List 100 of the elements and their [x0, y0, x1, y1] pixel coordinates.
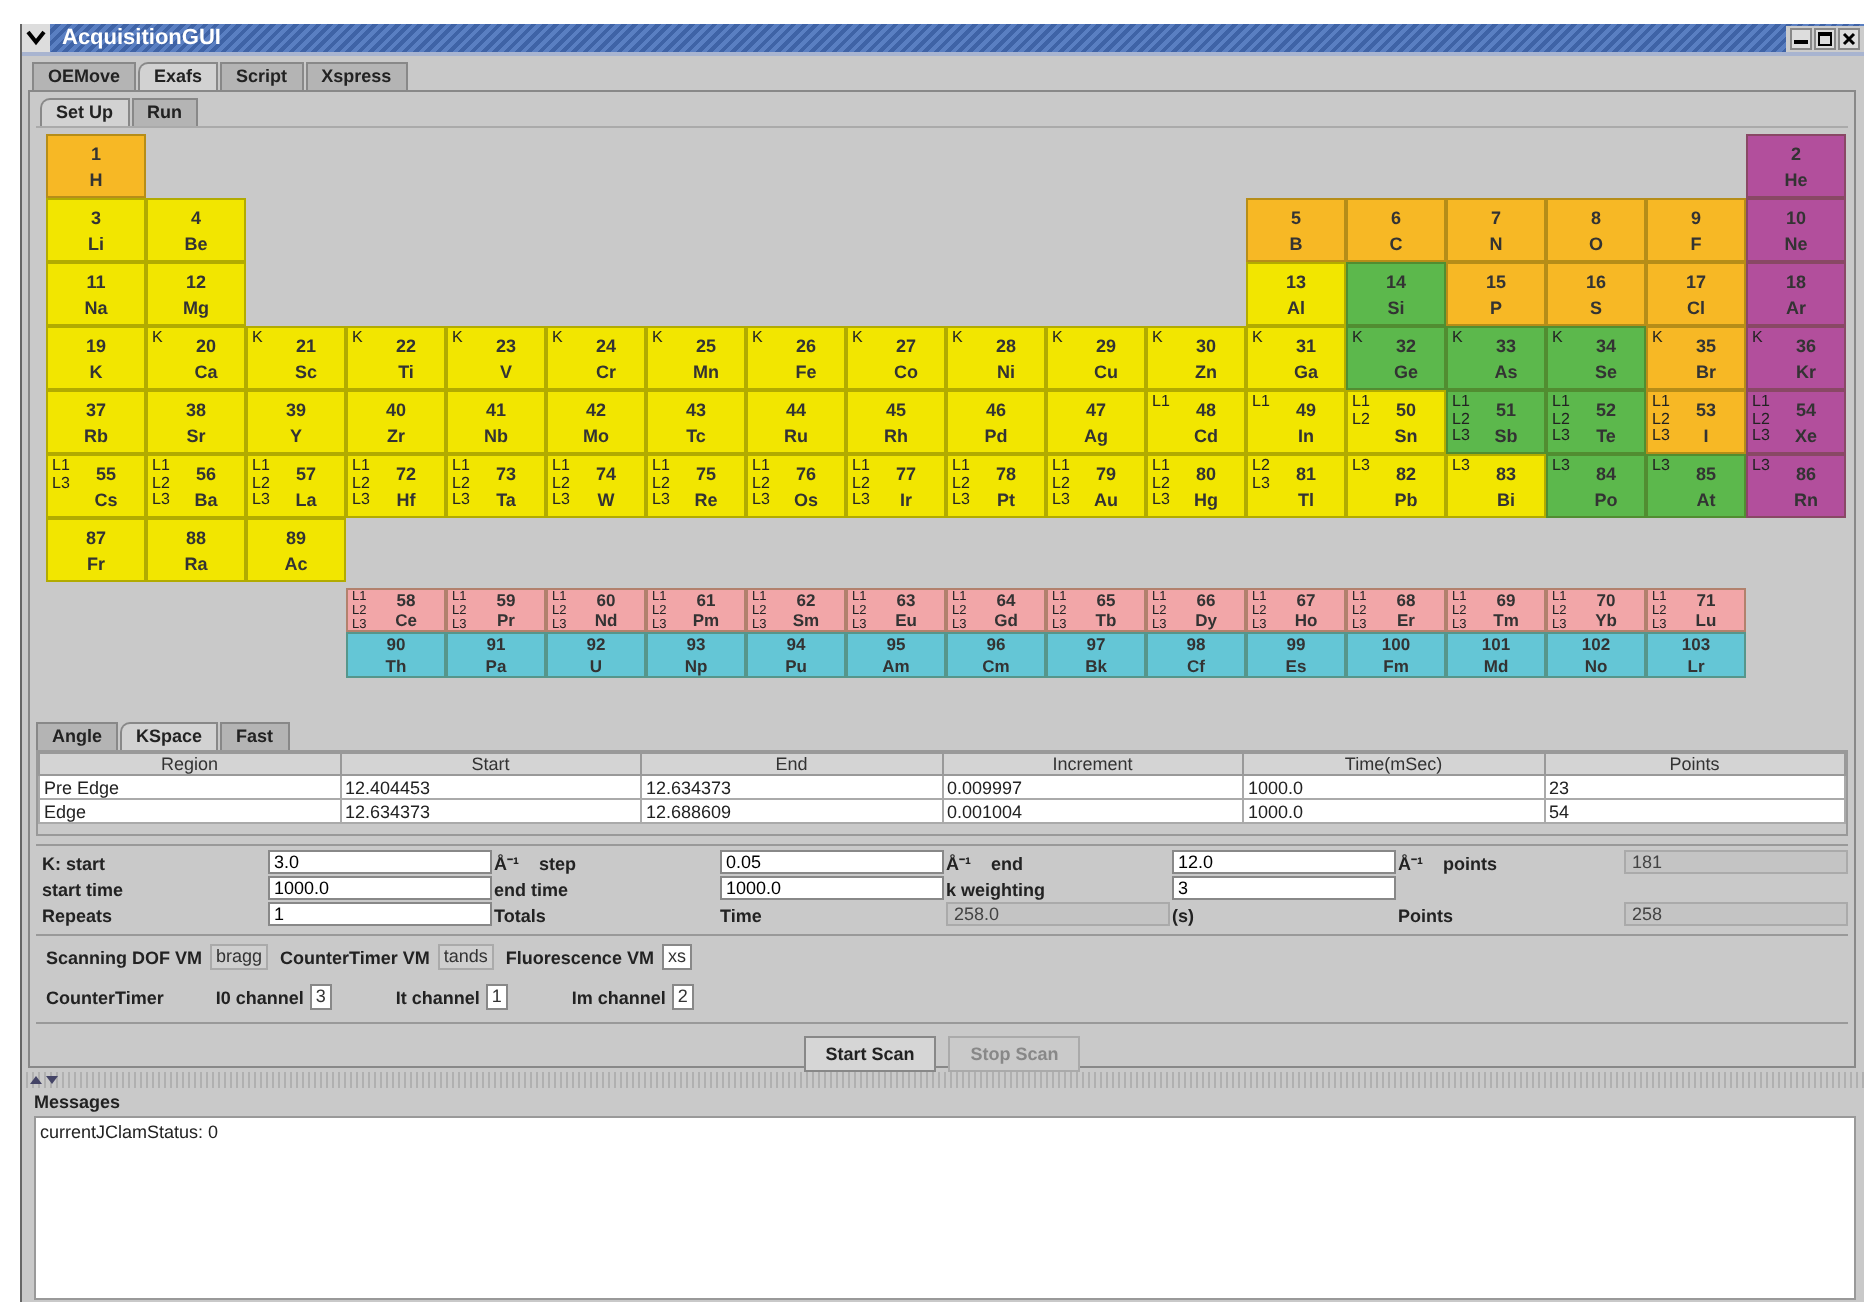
- input-field[interactable]: 1: [485, 984, 508, 1010]
- edge-label[interactable]: L2: [152, 475, 170, 492]
- element-tile[interactable]: L1 49 In: [1246, 390, 1346, 454]
- edge-label[interactable]: L1: [1652, 394, 1670, 411]
- edge-label[interactable]: L3: [52, 475, 70, 492]
- element-tile[interactable]: 38 Sr: [146, 390, 246, 454]
- edge-label[interactable]: L1: [1552, 394, 1570, 411]
- edge-label[interactable]: L2: [452, 475, 470, 492]
- tab[interactable]: Angle: [36, 722, 119, 750]
- element-tile[interactable]: L3 83 Bi: [1446, 454, 1546, 518]
- edge-label[interactable]: L3: [1652, 458, 1670, 475]
- edge-label[interactable]: L1: [1452, 394, 1470, 411]
- table-cell[interactable]: Edge: [39, 799, 340, 823]
- edge-label[interactable]: K: [452, 330, 463, 347]
- element-tile[interactable]: K 22 Ti: [346, 326, 446, 390]
- edge-label[interactable]: L3: [552, 492, 570, 509]
- edge-label[interactable]: L2: [1352, 411, 1370, 428]
- edge-label[interactable]: L2: [352, 475, 370, 492]
- element-tile[interactable]: L1 L2 L3 77 Ir: [846, 454, 946, 518]
- table-cell[interactable]: 1000.0: [1243, 775, 1544, 799]
- edge-label[interactable]: L2: [852, 475, 870, 492]
- input-field[interactable]: 1: [268, 902, 492, 926]
- table-cell[interactable]: 12.634373: [641, 775, 942, 799]
- element-tile[interactable]: 99 Es: [1246, 632, 1346, 678]
- element-tile[interactable]: 44 Ru: [746, 390, 846, 454]
- edge-label[interactable]: L1: [1152, 458, 1170, 475]
- edge-label[interactable]: L2: [1452, 411, 1470, 428]
- element-tile[interactable]: K 30 Zn: [1146, 326, 1246, 390]
- element-tile[interactable]: K 25 Mn: [646, 326, 746, 390]
- element-tile[interactable]: K 33 As: [1446, 326, 1546, 390]
- element-tile[interactable]: L1 48 Cd: [1146, 390, 1246, 454]
- edge-label[interactable]: L1: [452, 458, 470, 475]
- element-tile[interactable]: 17 Cl: [1646, 262, 1746, 326]
- element-tile[interactable]: L1 L2 L3 79 Au: [1046, 454, 1146, 518]
- table-cell[interactable]: 0.009997: [942, 775, 1243, 799]
- edge-label[interactable]: K: [1652, 330, 1663, 347]
- edge-label[interactable]: L2: [1152, 475, 1170, 492]
- element-tile[interactable]: 94 Pu: [746, 632, 846, 678]
- element-tile[interactable]: L1 L2 L3 74 W: [546, 454, 646, 518]
- edge-label[interactable]: L2: [752, 475, 770, 492]
- element-tile[interactable]: 6 C: [1346, 198, 1446, 262]
- edge-label[interactable]: L3: [1052, 492, 1070, 509]
- input-field[interactable]: 1000.0: [268, 876, 492, 900]
- tab[interactable]: KSpace: [120, 722, 219, 750]
- element-tile[interactable]: L3 82 Pb: [1346, 454, 1446, 518]
- element-tile[interactable]: L1 L2 L3 56 Ba: [146, 454, 246, 518]
- down-arrow-icon[interactable]: [46, 1076, 58, 1084]
- input-field[interactable]: xs: [661, 944, 692, 970]
- element-tile[interactable]: 8 O: [1546, 198, 1646, 262]
- input-field[interactable]: 1000.0: [720, 876, 944, 900]
- element-tile[interactable]: 40 Zr: [346, 390, 446, 454]
- element-tile[interactable]: 101 Md: [1446, 632, 1546, 678]
- table-cell[interactable]: 12.634373: [340, 799, 641, 823]
- element-tile[interactable]: L1 L2 L3 78 Pt: [946, 454, 1046, 518]
- edge-label[interactable]: L3: [1252, 475, 1270, 492]
- element-tile[interactable]: L1 L2 L3 57 La: [246, 454, 346, 518]
- element-tile[interactable]: 16 S: [1546, 262, 1646, 326]
- table-cell[interactable]: 54: [1544, 799, 1845, 823]
- edge-label[interactable]: L1: [1052, 458, 1070, 475]
- input-field[interactable]: 3: [309, 984, 332, 1010]
- edge-label[interactable]: L3: [852, 492, 870, 509]
- element-tile[interactable]: 93 Np: [646, 632, 746, 678]
- close-icon[interactable]: [1838, 27, 1860, 49]
- element-tile[interactable]: 11 Na: [46, 262, 146, 326]
- element-tile[interactable]: 91 Pa: [446, 632, 546, 678]
- edge-label[interactable]: L3: [1452, 458, 1470, 475]
- element-tile[interactable]: K 31 Ga: [1246, 326, 1346, 390]
- edge-label[interactable]: K: [1452, 330, 1463, 347]
- edge-label[interactable]: L2: [252, 475, 270, 492]
- edge-label[interactable]: L1: [52, 458, 70, 475]
- element-tile[interactable]: L1 L2 50 Sn: [1346, 390, 1446, 454]
- edge-label[interactable]: L3: [752, 492, 770, 509]
- tab[interactable]: OEMove: [32, 62, 137, 90]
- input-field[interactable]: 2: [671, 984, 694, 1010]
- edge-label[interactable]: L2: [552, 475, 570, 492]
- edge-label[interactable]: L3: [1352, 458, 1370, 475]
- element-tile[interactable]: K 34 Se: [1546, 326, 1646, 390]
- table-cell[interactable]: 1000.0: [1243, 799, 1544, 823]
- element-tile[interactable]: K 24 Cr: [546, 326, 646, 390]
- edge-label[interactable]: K: [1352, 330, 1363, 347]
- element-tile[interactable]: 90 Th: [346, 632, 446, 678]
- edge-label[interactable]: L3: [1552, 458, 1570, 475]
- edge-label[interactable]: L3: [1652, 428, 1670, 445]
- input-field[interactable]: 0.05: [720, 850, 944, 874]
- element-tile[interactable]: L1 L2 L3 53 I: [1646, 390, 1746, 454]
- element-tile[interactable]: L1 L2 L3 75 Re: [646, 454, 746, 518]
- maximize-icon[interactable]: [1814, 27, 1836, 49]
- element-tile[interactable]: 100 Fm: [1346, 632, 1446, 678]
- table-cell[interactable]: 12.688609: [641, 799, 942, 823]
- column-header[interactable]: End: [641, 753, 942, 775]
- minimize-icon[interactable]: [1790, 27, 1812, 49]
- element-tile[interactable]: 13 Al: [1246, 262, 1346, 326]
- element-tile[interactable]: 3 Li: [46, 198, 146, 262]
- table-cell[interactable]: 12.404453: [340, 775, 641, 799]
- input-field[interactable]: 12.0: [1172, 850, 1396, 874]
- element-tile[interactable]: 15 P: [1446, 262, 1546, 326]
- element-tile[interactable]: 98 Cf: [1146, 632, 1246, 678]
- edge-label[interactable]: K: [752, 330, 763, 347]
- element-tile[interactable]: 102 No: [1546, 632, 1646, 678]
- edge-label[interactable]: L3: [352, 492, 370, 509]
